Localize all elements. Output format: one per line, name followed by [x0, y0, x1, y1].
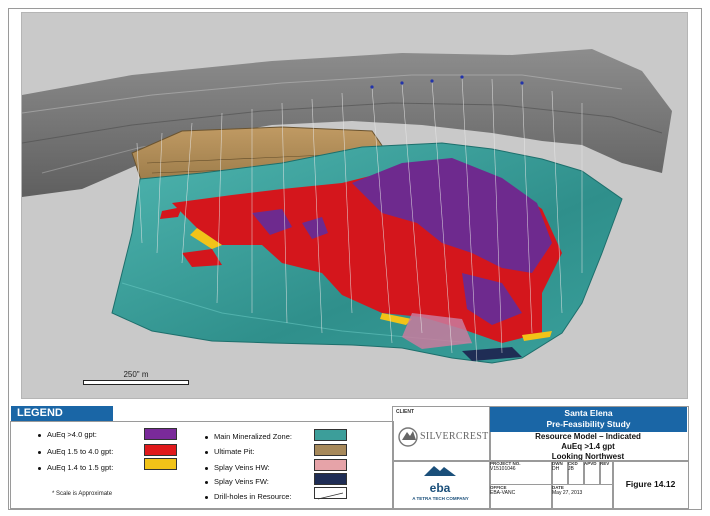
title-line-4: AuEq >1.4 gpt — [561, 442, 615, 451]
drill-hole-line-icon — [314, 487, 347, 500]
project-no-cell: PROJECT NO. V15101046 — [489, 460, 553, 485]
legend-item-splay-hw: Splay Veins HW: — [205, 463, 270, 472]
legend-swatch-grade-low — [144, 458, 177, 470]
scale-bar-label: 250" m — [123, 370, 149, 379]
scale-bar-graphic — [83, 380, 189, 385]
legend-title: LEGEND — [11, 406, 113, 421]
title-subheading: Resource Model – Indicated AuEq >1.4 gpt… — [489, 432, 687, 462]
legend-item-splay-fw: Splay Veins FW: — [205, 477, 269, 486]
title-line-3: Resource Model – Indicated — [535, 432, 641, 441]
client-label: CLIENT — [396, 409, 415, 415]
legend-swatch-ultimate-pit — [314, 444, 347, 456]
scale-bar: 250" m — [83, 370, 189, 385]
legend-swatch-splay-hw — [314, 459, 347, 471]
eba-logo: eba — [420, 463, 460, 494]
eba-mountain-icon — [424, 466, 456, 476]
legend-item-grade-mid: AuEq 1.5 to 4.0 gpt: — [38, 447, 113, 456]
title-header: Santa Elena Pre-Feasibility Study — [490, 407, 687, 432]
legend-item-grade-low: AuEq 1.4 to 1.5 gpt: — [38, 463, 113, 472]
title-line-1: Santa Elena — [564, 408, 613, 418]
office-cell: OFFICE EBA-VANC — [489, 484, 553, 509]
legend-item-grade-high: AuEq >4.0 gpt: — [38, 430, 97, 439]
date-cell: DATE May 27, 2013 — [551, 484, 614, 509]
scale-note: * Scale is Approximate — [52, 491, 113, 497]
title-line-2: Pre-Feasibility Study — [546, 419, 631, 429]
resource-model-3d-view — [22, 49, 672, 364]
client-logo: SILVERCREST — [398, 424, 488, 450]
legend-swatch-splay-fw — [314, 473, 347, 485]
legend-item-drill-holes: Drill-holes in Resource: — [205, 492, 292, 501]
figure-number: Figure 14.12 — [612, 460, 689, 509]
legend-item-ultimate-pit: Ultimate Pit: — [205, 447, 254, 456]
legend-swatch-main-zone — [314, 429, 347, 441]
model-viewport — [21, 12, 688, 399]
legend-swatch-grade-high — [144, 428, 177, 440]
legend-swatch-grade-mid — [144, 444, 177, 456]
consultant-tagline: A TETRA TECH COMPANY — [412, 496, 469, 501]
legend-item-main-zone: Main Mineralized Zone: — [205, 432, 292, 441]
